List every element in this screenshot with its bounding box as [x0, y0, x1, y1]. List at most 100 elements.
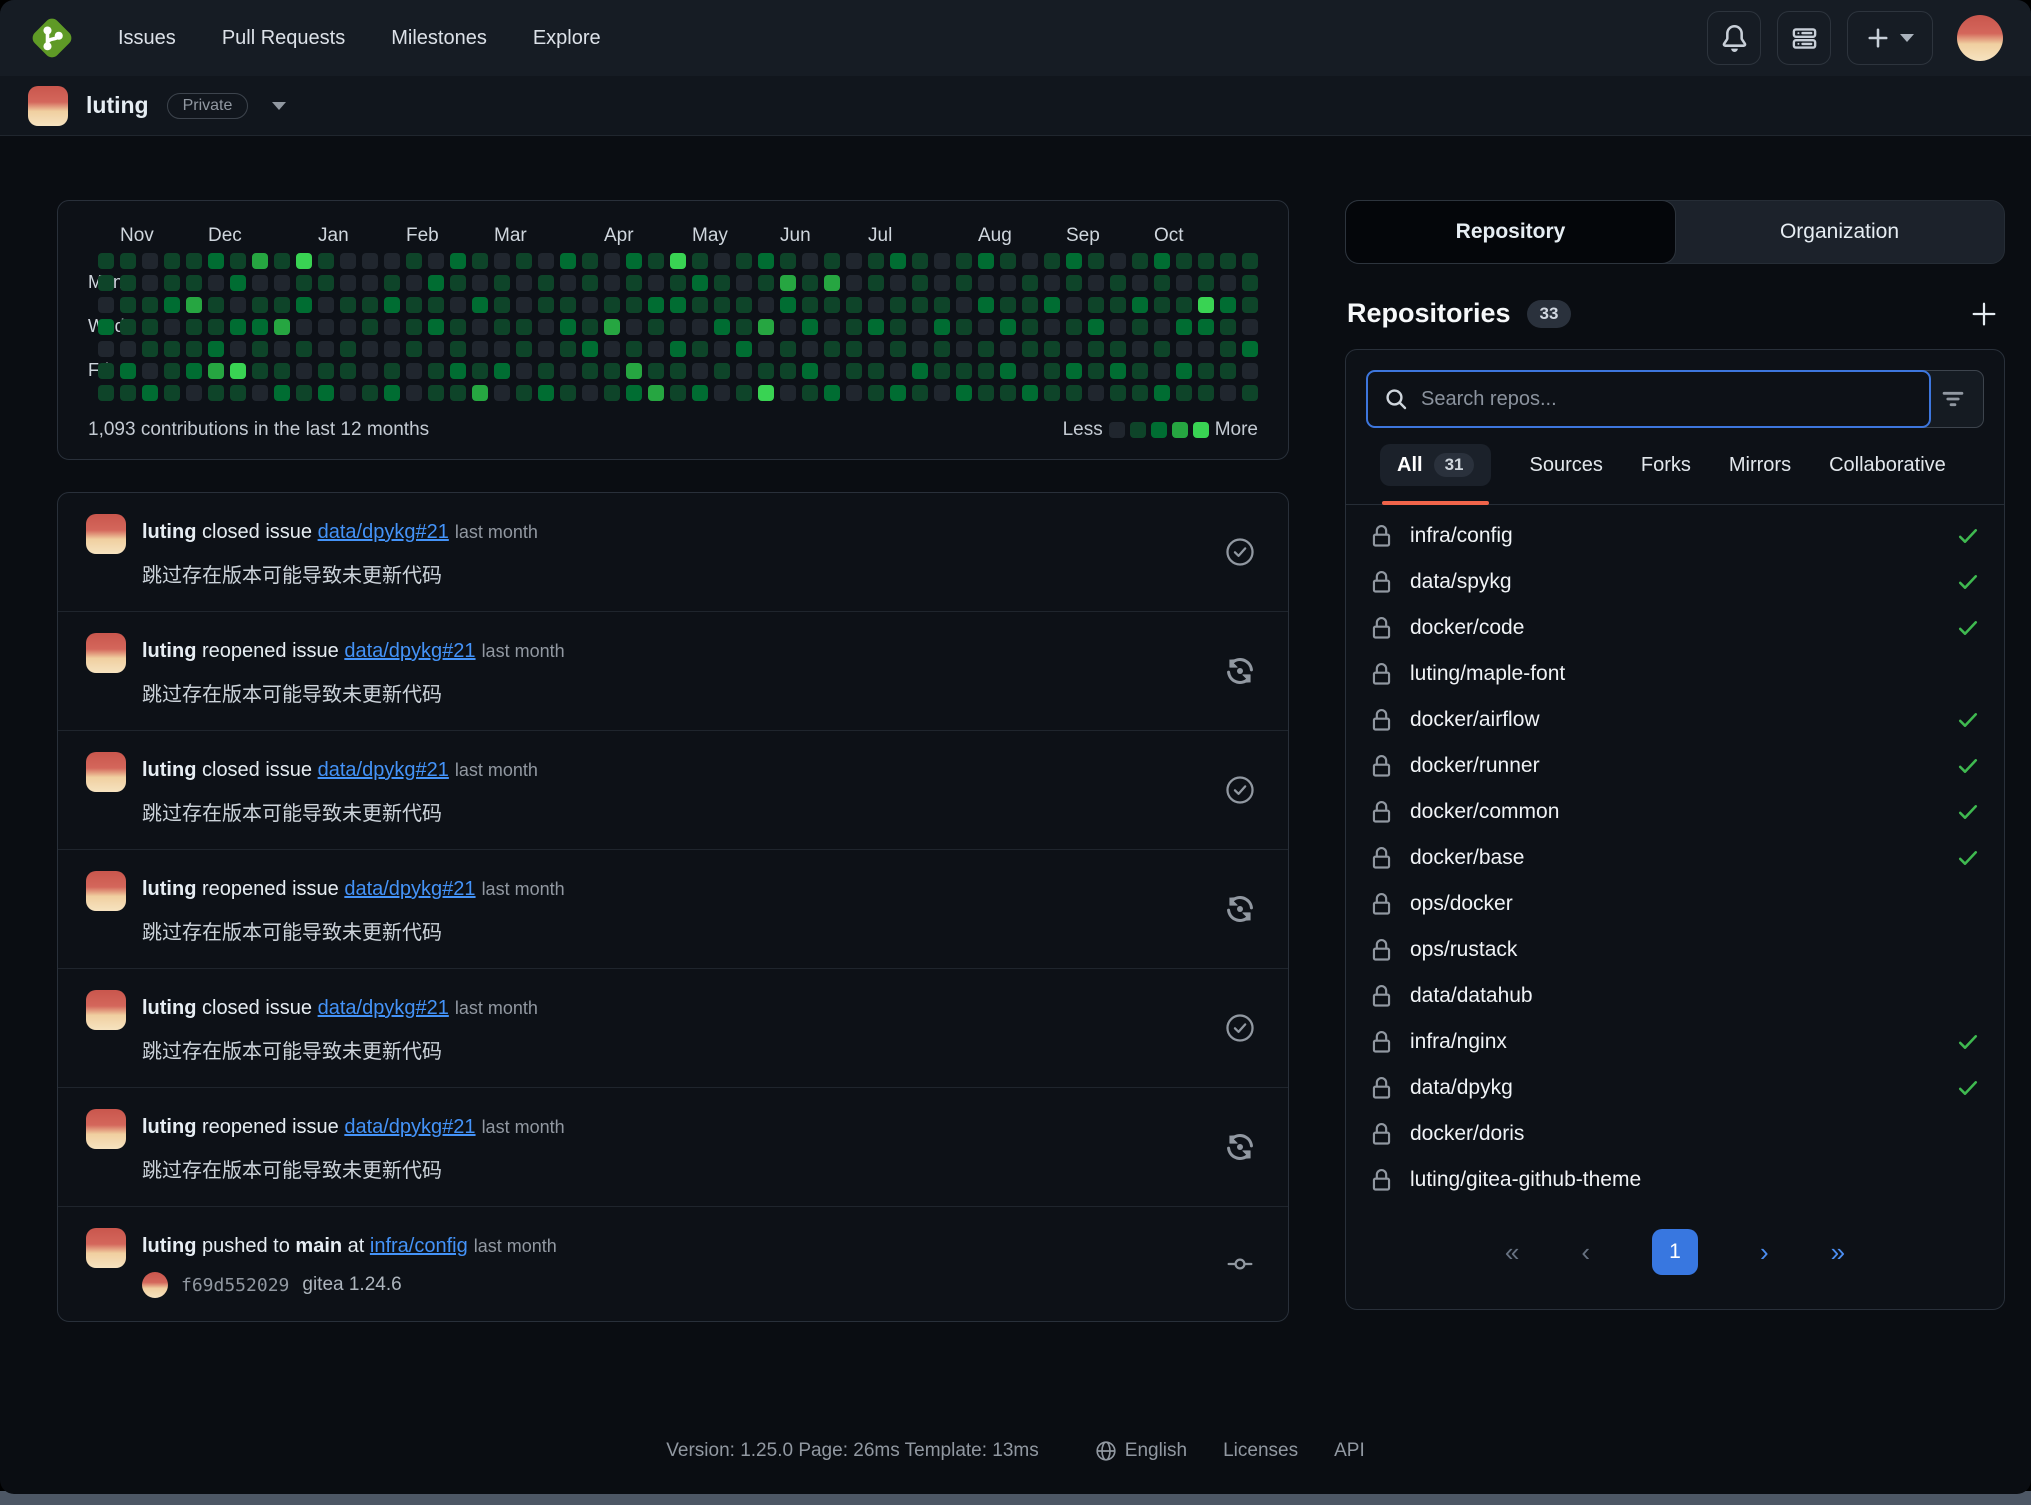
repo-name-link[interactable]: docker/runner — [1410, 754, 1540, 778]
contribution-cell — [736, 297, 752, 313]
feed-actor-link[interactable]: luting — [142, 759, 196, 781]
feed-issue-link[interactable]: data/dpykg#21 — [318, 759, 449, 781]
footer-link-licenses[interactable]: Licenses — [1223, 1440, 1298, 1462]
repo-row[interactable]: docker/runner — [1346, 743, 2004, 789]
repo-name-link[interactable]: docker/base — [1410, 846, 1524, 870]
feed-item-title: luting reopened issue data/dpykg#21last … — [142, 633, 565, 663]
contribution-cell — [912, 363, 928, 379]
contribution-cell — [1176, 319, 1192, 335]
repo-name-link[interactable]: docker/doris — [1410, 1122, 1524, 1146]
footer-link-english[interactable]: English — [1095, 1440, 1187, 1462]
add-repository-button[interactable] — [1969, 299, 1999, 329]
repo-row[interactable]: data/datahub — [1346, 973, 2004, 1019]
repositories-header: Repositories 33 — [1347, 298, 1999, 329]
filter-tab-collaborative[interactable]: Collaborative — [1829, 445, 1946, 486]
repo-row[interactable]: docker/airflow — [1346, 697, 2004, 743]
contribution-cell — [890, 363, 906, 379]
legend-cell-level-3 — [1172, 422, 1188, 438]
feed-issue-link[interactable]: data/dpykg#21 — [318, 997, 449, 1019]
stopwatch-panel-button[interactable] — [1777, 11, 1831, 65]
repo-row[interactable]: infra/nginx — [1346, 1019, 2004, 1065]
repo-row[interactable]: data/spykg — [1346, 559, 2004, 605]
feed-issue-link[interactable]: data/dpykg#21 — [344, 640, 475, 662]
repo-name-link[interactable]: data/dpykg — [1410, 1076, 1513, 1100]
feed-issue-link[interactable]: data/dpykg#21 — [344, 878, 475, 900]
feed-avatar[interactable] — [86, 990, 126, 1030]
last-page-button[interactable]: » — [1831, 1239, 1845, 1265]
nav-link-milestones[interactable]: Milestones — [391, 27, 487, 50]
repo-row[interactable]: docker/code — [1346, 605, 2004, 651]
feed-actor-link[interactable]: luting — [142, 997, 196, 1019]
filter-tab-all[interactable]: All31 — [1380, 444, 1491, 486]
repo-name-link[interactable]: ops/rustack — [1410, 938, 1517, 962]
repo-row[interactable]: infra/config — [1346, 513, 2004, 559]
feed-avatar[interactable] — [86, 871, 126, 911]
profile-avatar[interactable] — [28, 86, 68, 126]
lock-icon — [1370, 571, 1393, 594]
repo-search-input[interactable] — [1421, 388, 1913, 411]
repo-row[interactable]: ops/rustack — [1346, 927, 2004, 973]
filter-tab-forks[interactable]: Forks — [1641, 445, 1691, 486]
feed-actor-link[interactable]: luting — [142, 640, 196, 662]
repo-name-link[interactable]: data/spykg — [1410, 570, 1512, 594]
repo-name-link[interactable]: luting/gitea-github-theme — [1410, 1168, 1641, 1192]
contribution-cell — [1220, 363, 1236, 379]
feed-avatar[interactable] — [86, 752, 126, 792]
footer-link-api[interactable]: API — [1334, 1440, 1365, 1462]
repo-row[interactable]: docker/doris — [1346, 1111, 2004, 1157]
feed-issue-link[interactable]: data/dpykg#21 — [318, 521, 449, 543]
create-new-button[interactable] — [1847, 11, 1933, 65]
repo-name-link[interactable]: luting/maple-font — [1410, 662, 1565, 686]
contribution-cell — [516, 297, 532, 313]
check-icon — [1956, 524, 1980, 548]
feed-item: luting pushed to main at infra/configlas… — [58, 1206, 1288, 1321]
commit-hash-link[interactable]: f69d552029 — [181, 1275, 289, 1296]
feed-issue-link[interactable]: data/dpykg#21 — [344, 1116, 475, 1138]
feed-avatar[interactable] — [86, 1228, 126, 1268]
repo-name-link[interactable]: docker/common — [1410, 800, 1559, 824]
repo-name-link[interactable]: ops/docker — [1410, 892, 1513, 916]
feed-actor-link[interactable]: luting — [142, 1116, 196, 1138]
repo-row[interactable]: ops/docker — [1346, 881, 2004, 927]
profile-username[interactable]: luting — [86, 92, 149, 119]
repo-name-link[interactable]: docker/code — [1410, 616, 1524, 640]
repo-name-link[interactable]: infra/nginx — [1410, 1030, 1507, 1054]
feed-issue-link[interactable]: infra/config — [370, 1235, 468, 1257]
nav-link-pull-requests[interactable]: Pull Requests — [222, 27, 345, 50]
filter-tab-mirrors[interactable]: Mirrors — [1729, 445, 1791, 486]
repo-row[interactable]: docker/base — [1346, 835, 2004, 881]
repo-row[interactable]: luting/gitea-github-theme — [1346, 1157, 2004, 1203]
profile-chevron-down-icon[interactable] — [272, 102, 286, 110]
feed-actor-link[interactable]: luting — [142, 878, 196, 900]
repo-row[interactable]: luting/maple-font — [1346, 651, 2004, 697]
repo-name-link[interactable]: infra/config — [1410, 524, 1513, 548]
feed-actor-link[interactable]: luting — [142, 1235, 196, 1257]
repo-row[interactable]: docker/common — [1346, 789, 2004, 835]
repo-filter-button[interactable] — [1922, 370, 1984, 428]
tab-repository[interactable]: Repository — [1346, 201, 1675, 263]
feed-actor-link[interactable]: luting — [142, 521, 196, 543]
feed-avatar[interactable] — [86, 633, 126, 673]
notifications-button[interactable] — [1707, 11, 1761, 65]
main-content: MonWedFri NovDecJanFebMarAprMayJunJulAug… — [0, 136, 2031, 1322]
user-avatar[interactable] — [1957, 15, 2003, 61]
contribution-cell — [626, 385, 642, 401]
repo-name-link[interactable]: docker/airflow — [1410, 708, 1540, 732]
contribution-cell — [758, 275, 774, 291]
feed-avatar[interactable] — [86, 1109, 126, 1149]
contribution-cell — [912, 385, 928, 401]
contribution-cell — [956, 341, 972, 357]
repo-row[interactable]: data/dpykg — [1346, 1065, 2004, 1111]
nav-link-explore[interactable]: Explore — [533, 27, 601, 50]
nav-link-issues[interactable]: Issues — [118, 27, 176, 50]
repo-name-link[interactable]: data/datahub — [1410, 984, 1533, 1008]
filter-tab-sources[interactable]: Sources — [1529, 445, 1602, 486]
next-page-button[interactable]: › — [1760, 1239, 1769, 1265]
contribution-cell — [208, 319, 224, 335]
commit-author-avatar[interactable] — [142, 1272, 168, 1298]
gitea-logo-icon[interactable] — [28, 14, 76, 62]
tab-organization[interactable]: Organization — [1675, 201, 2004, 263]
page-1-button[interactable]: 1 — [1652, 1229, 1698, 1275]
contribution-cell — [780, 341, 796, 357]
feed-avatar[interactable] — [86, 514, 126, 554]
